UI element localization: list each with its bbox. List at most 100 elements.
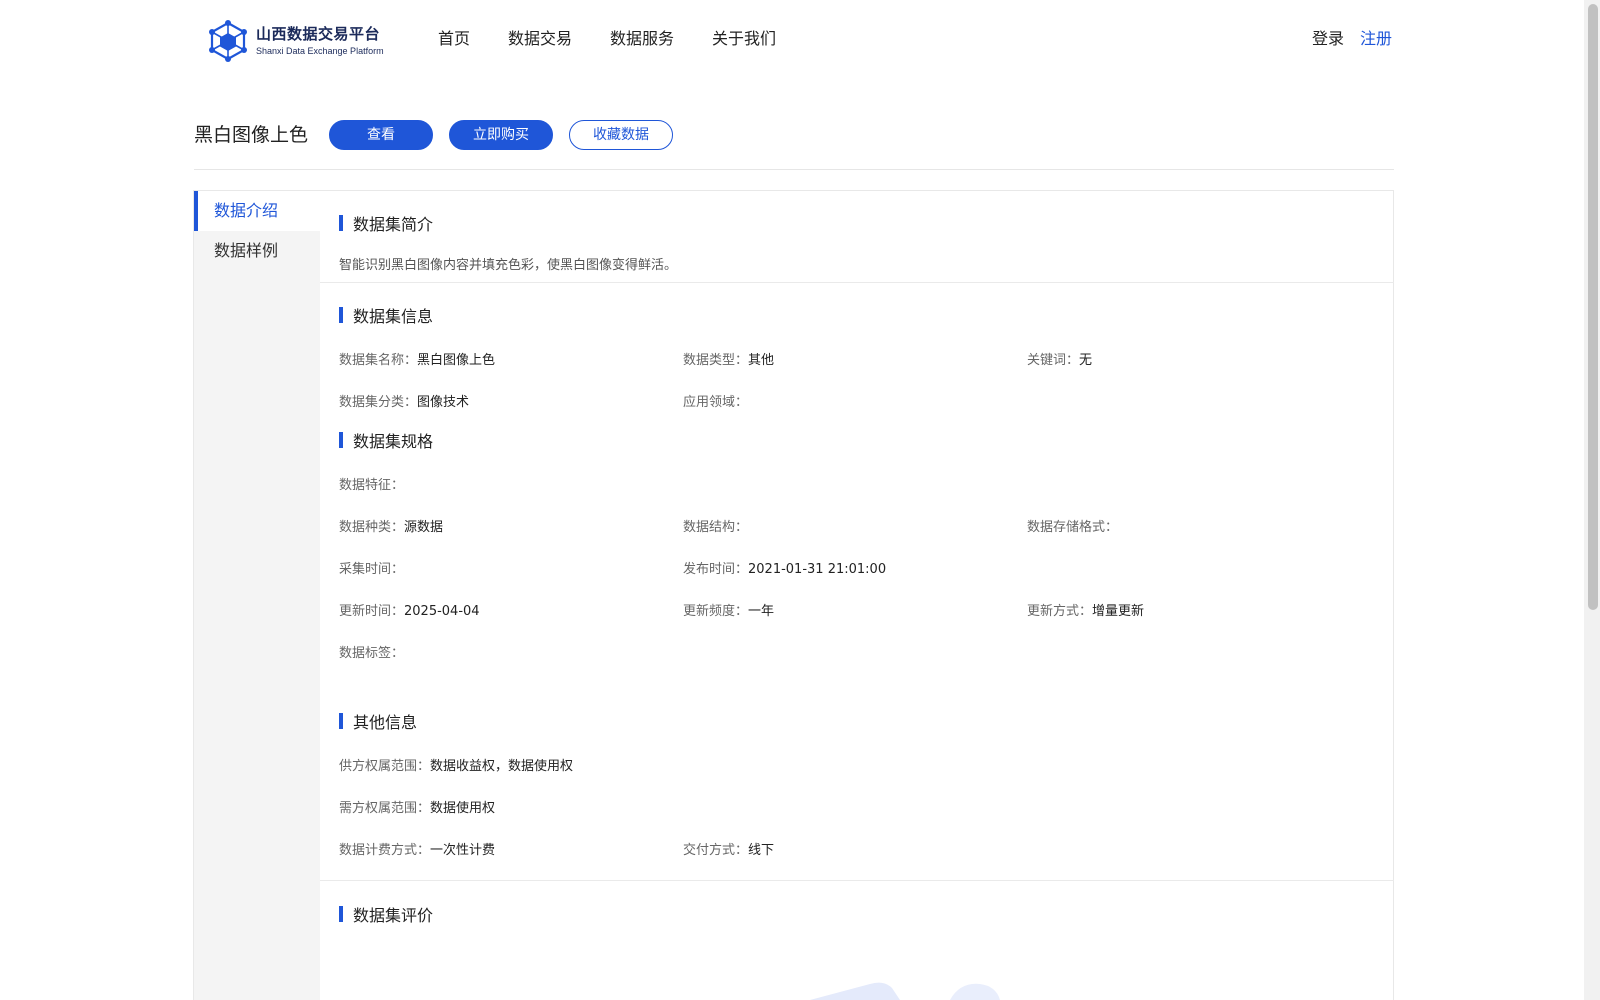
section-marker: [339, 906, 343, 922]
logo-subtitle: Shanxi Data Exchange Platform: [256, 46, 384, 56]
section-header: 数据集规格: [339, 427, 1394, 453]
login-link[interactable]: 登录: [1312, 26, 1344, 52]
other-row: 供方权属范围：数据收益权，数据使用权: [339, 743, 1394, 785]
section-marker: [339, 307, 343, 323]
nav-about-us[interactable]: 关于我们: [712, 26, 776, 52]
field-value: 数据使用权: [430, 800, 496, 816]
field-label: 关键词：: [1027, 352, 1080, 368]
field-storage-format: 数据存储格式：: [1027, 516, 1371, 535]
main-content: 数据集简介 智能识别黑白图像内容并填充色彩，使黑白图像变得鲜活。 数据集信息 数…: [320, 191, 1394, 1000]
field-delivery: 交付方式：线下: [683, 839, 1027, 858]
field-category: 数据集分类：图像技术: [339, 391, 683, 410]
spec-row: 更新时间：2025-04-04 更新频度：一年 更新方式：增量更新: [339, 588, 1394, 630]
site-header: 山西数据交易平台 Shanxi Data Exchange Platform 首…: [0, 0, 1568, 80]
section-header: 数据集信息: [339, 302, 1394, 328]
field-label: 数据种类：: [339, 519, 405, 535]
field-label: 数据结构：: [683, 519, 749, 535]
nav-data-services[interactable]: 数据服务: [610, 26, 674, 52]
section-title: 数据集规格: [353, 432, 434, 451]
nav-home[interactable]: 首页: [438, 26, 470, 52]
field-label: 数据类型：: [683, 352, 749, 368]
section-header: 数据集简介: [339, 210, 1394, 236]
field-keywords: 关键词：无: [1027, 349, 1371, 368]
field-tags: 数据标签：: [339, 642, 683, 661]
field-label: 应用领域：: [683, 394, 749, 410]
logo-text: 山西数据交易平台 Shanxi Data Exchange Platform: [256, 24, 384, 58]
field-type: 数据类型：其他: [683, 349, 1027, 368]
field-label: 数据存储格式：: [1027, 519, 1119, 535]
spec-row: 数据标签：: [339, 630, 1394, 672]
other-row: 数据计费方式：一次性计费 交付方式：线下: [339, 827, 1394, 869]
field-label: 数据集分类：: [339, 394, 418, 410]
field-structure: 数据结构：: [683, 516, 1027, 535]
auth-links: 登录 注册: [1312, 26, 1392, 52]
field-value: 数据收益权，数据使用权: [430, 758, 574, 774]
section-marker: [339, 215, 343, 231]
field-label: 需方权属范围：: [339, 800, 431, 816]
other-row: 需方权属范围：数据使用权: [339, 785, 1394, 827]
info-section: 数据集信息 数据集名称：黑白图像上色 数据类型：其他 关键词：无 数据集分类：图…: [320, 283, 1394, 881]
field-value: 一次性计费: [430, 842, 496, 858]
spec-row: 数据特征：: [339, 462, 1394, 504]
field-label: 发布时间：: [683, 561, 749, 577]
field-label: 供方权属范围：: [339, 758, 431, 774]
buy-now-button[interactable]: 立即购买: [449, 120, 553, 150]
spec-row: 数据种类：源数据 数据结构： 数据存储格式：: [339, 504, 1394, 546]
field-value: 无: [1079, 352, 1093, 368]
field-publish-time: 发布时间：2021-01-31 21:01:00: [683, 558, 1027, 577]
section-title: 数据集简介: [353, 215, 434, 234]
page-title: 黑白图像上色: [194, 124, 309, 146]
field-value: 图像技术: [417, 394, 470, 410]
field-value: 其他: [748, 352, 775, 368]
sidebar: 数据介绍 数据样例: [194, 191, 320, 1000]
field-value: 线下: [748, 842, 775, 858]
dataset-detail-panel: 数据介绍 数据样例 数据集简介 智能识别黑白图像内容并填充色彩，使黑白图像变得鲜…: [193, 190, 1394, 1000]
field-value: 2021-01-31 21:01:00: [748, 561, 887, 577]
field-value: 增量更新: [1092, 603, 1145, 619]
intro-description: 智能识别黑白图像内容并填充色彩，使黑白图像变得鲜活。: [339, 258, 678, 273]
field-value: 黑白图像上色: [417, 352, 496, 368]
field-name: 数据集名称：黑白图像上色: [339, 349, 683, 368]
section-header: 数据集评价: [339, 901, 1394, 927]
field-value: 2025-04-04: [404, 603, 480, 619]
info-row: 数据集名称：黑白图像上色 数据类型：其他 关键词：无: [339, 337, 1394, 379]
dataset-title-bar: 黑白图像上色 查看 立即购买 收藏数据: [194, 118, 1394, 170]
field-label: 更新方式：: [1027, 603, 1093, 619]
section-marker: [339, 432, 343, 448]
sidebar-item-intro[interactable]: 数据介绍: [194, 191, 320, 231]
favorite-button[interactable]: 收藏数据: [569, 120, 673, 150]
field-label: 数据特征：: [339, 477, 405, 493]
view-button[interactable]: 查看: [329, 120, 433, 150]
field-feature: 数据特征：: [339, 474, 683, 493]
field-label: 数据集名称：: [339, 352, 418, 368]
page-scrollbar[interactable]: [1584, 0, 1600, 1000]
field-supply-rights: 供方权属范围：数据收益权，数据使用权: [339, 755, 939, 774]
field-kind: 数据种类：源数据: [339, 516, 683, 535]
site-logo[interactable]: 山西数据交易平台 Shanxi Data Exchange Platform: [208, 20, 384, 62]
cube-network-logo-icon: [209, 20, 247, 62]
info-row: 数据集分类：图像技术 应用领域：: [339, 379, 1394, 421]
nav-data-trading[interactable]: 数据交易: [508, 26, 572, 52]
section-title: 数据集评价: [353, 906, 434, 925]
field-label: 采集时间：: [339, 561, 405, 577]
empty-state-illustration-icon: [810, 982, 1000, 1000]
field-label: 数据计费方式：: [339, 842, 431, 858]
field-label: 交付方式：: [683, 842, 749, 858]
logo-title: 山西数据交易平台: [256, 25, 381, 43]
field-value: 一年: [748, 603, 775, 619]
section-header: 其他信息: [339, 708, 1394, 734]
field-billing: 数据计费方式：一次性计费: [339, 839, 683, 858]
main-nav: 首页 数据交易 数据服务 关于我们: [438, 26, 814, 52]
field-update-frequency: 更新频度：一年: [683, 600, 1027, 619]
spec-row: 采集时间： 发布时间：2021-01-31 21:01:00: [339, 546, 1394, 588]
field-value: 源数据: [404, 519, 444, 535]
scrollbar-thumb[interactable]: [1588, 4, 1598, 610]
section-marker: [339, 713, 343, 729]
field-update-mode: 更新方式：增量更新: [1027, 600, 1371, 619]
field-label: 更新时间：: [339, 603, 405, 619]
field-update-time: 更新时间：2025-04-04: [339, 600, 683, 619]
intro-section: 数据集简介 智能识别黑白图像内容并填充色彩，使黑白图像变得鲜活。: [320, 191, 1394, 283]
sidebar-item-sample[interactable]: 数据样例: [194, 231, 320, 271]
field-label: 更新频度：: [683, 603, 749, 619]
register-link[interactable]: 注册: [1360, 26, 1392, 52]
